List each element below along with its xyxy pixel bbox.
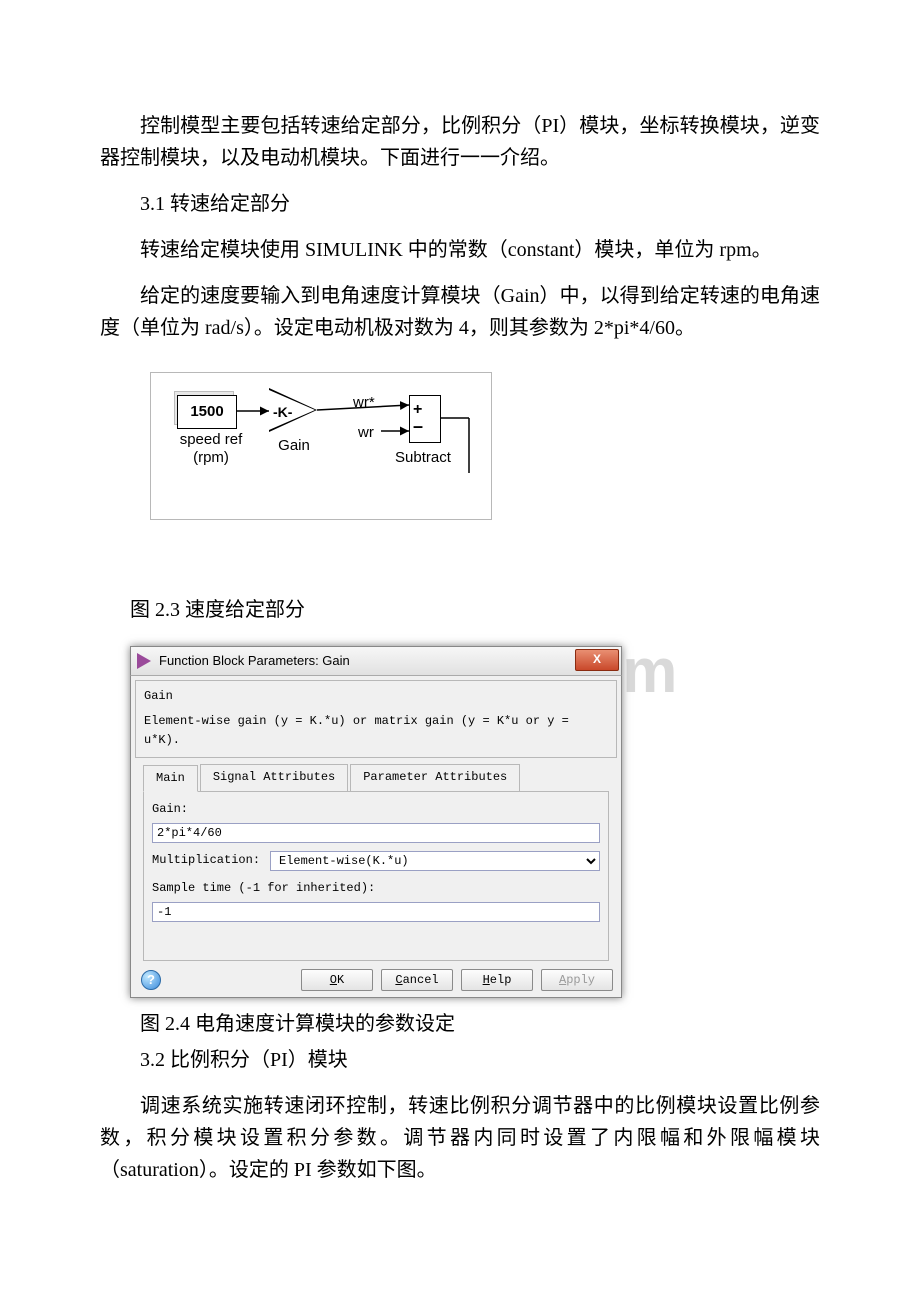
gain-parameter-dialog: Function Block Parameters: Gain X Gain E… <box>130 646 622 998</box>
apply-rest: pply <box>566 973 595 987</box>
close-icon: X <box>593 650 601 669</box>
heading-3-1: 3.1 转速给定部分 <box>100 188 820 220</box>
paragraph-simulink-const: 转速给定模块使用 SIMULINK 中的常数（constant）模块，单位为 r… <box>100 234 820 266</box>
close-button[interactable]: X <box>575 649 619 671</box>
dialog-body: Gain Element-wise gain (y = K.*u) or mat… <box>130 676 622 998</box>
dialog-button-bar: ? OK Cancel Help Apply <box>135 965 617 994</box>
cancel-button[interactable]: Cancel <box>381 969 453 991</box>
tab-main[interactable]: Main <box>143 765 198 792</box>
signal-wires <box>151 373 491 519</box>
gain-field[interactable] <box>152 823 600 843</box>
help-rest: elp <box>490 973 512 987</box>
ok-rest: K <box>337 973 344 987</box>
simulink-diagram: 1500 speed ref (rpm) -K- Gain wr* wr + –… <box>150 372 492 520</box>
sample-time-label: Sample time (-1 for inherited): <box>152 879 600 898</box>
dialog-title-bar[interactable]: Function Block Parameters: Gain X <box>130 646 622 676</box>
paragraph-intro: 控制模型主要包括转速给定部分，比例积分（PI）模块，坐标转换模块，逆变器控制模块… <box>100 110 820 174</box>
figure-2-4-caption: 图 2.4 电角速度计算模块的参数设定 <box>140 1008 820 1040</box>
multiplication-label: Multiplication: <box>152 851 270 870</box>
multiplication-select[interactable]: Element-wise(K.*u) <box>270 851 600 871</box>
dialog-tabs: Main Signal Attributes Parameter Attribu… <box>143 764 609 792</box>
heading-3-2: 3.2 比例积分（PI）模块 <box>100 1044 820 1076</box>
ok-button[interactable]: OK <box>301 969 373 991</box>
sample-time-field[interactable] <box>152 902 600 922</box>
help-button[interactable]: Help <box>461 969 533 991</box>
group-description: Element-wise gain (y = K.*u) or matrix g… <box>144 712 608 750</box>
tab-signal-attributes[interactable]: Signal Attributes <box>200 764 348 791</box>
gain-description-group: Gain Element-wise gain (y = K.*u) or mat… <box>135 680 617 758</box>
figure-2-3: 1500 speed ref (rpm) -K- Gain wr* wr + –… <box>150 372 492 520</box>
paragraph-pi: 调速系统实施转速闭环控制，转速比例积分调节器中的比例模块设置比例参数，积分模块设… <box>100 1090 820 1186</box>
help-icon[interactable]: ? <box>141 970 161 990</box>
question-mark-icon: ? <box>147 970 155 991</box>
figure-2-3-caption: 图 2.3 速度给定部分 <box>130 594 820 626</box>
paragraph-gain: 给定的速度要输入到电角速度计算模块（Gain）中，以得到给定转速的电角速度（单位… <box>100 280 820 344</box>
gain-field-label: Gain: <box>152 800 600 819</box>
group-title: Gain <box>144 687 608 706</box>
tab-main-panel: Gain: Multiplication: Element-wise(K.*u)… <box>143 791 609 961</box>
tab-parameter-attributes[interactable]: Parameter Attributes <box>350 764 520 791</box>
simulink-icon <box>137 653 153 669</box>
cancel-rest: ancel <box>403 973 439 987</box>
dialog-title-text: Function Block Parameters: Gain <box>159 651 350 672</box>
apply-button[interactable]: Apply <box>541 969 613 991</box>
